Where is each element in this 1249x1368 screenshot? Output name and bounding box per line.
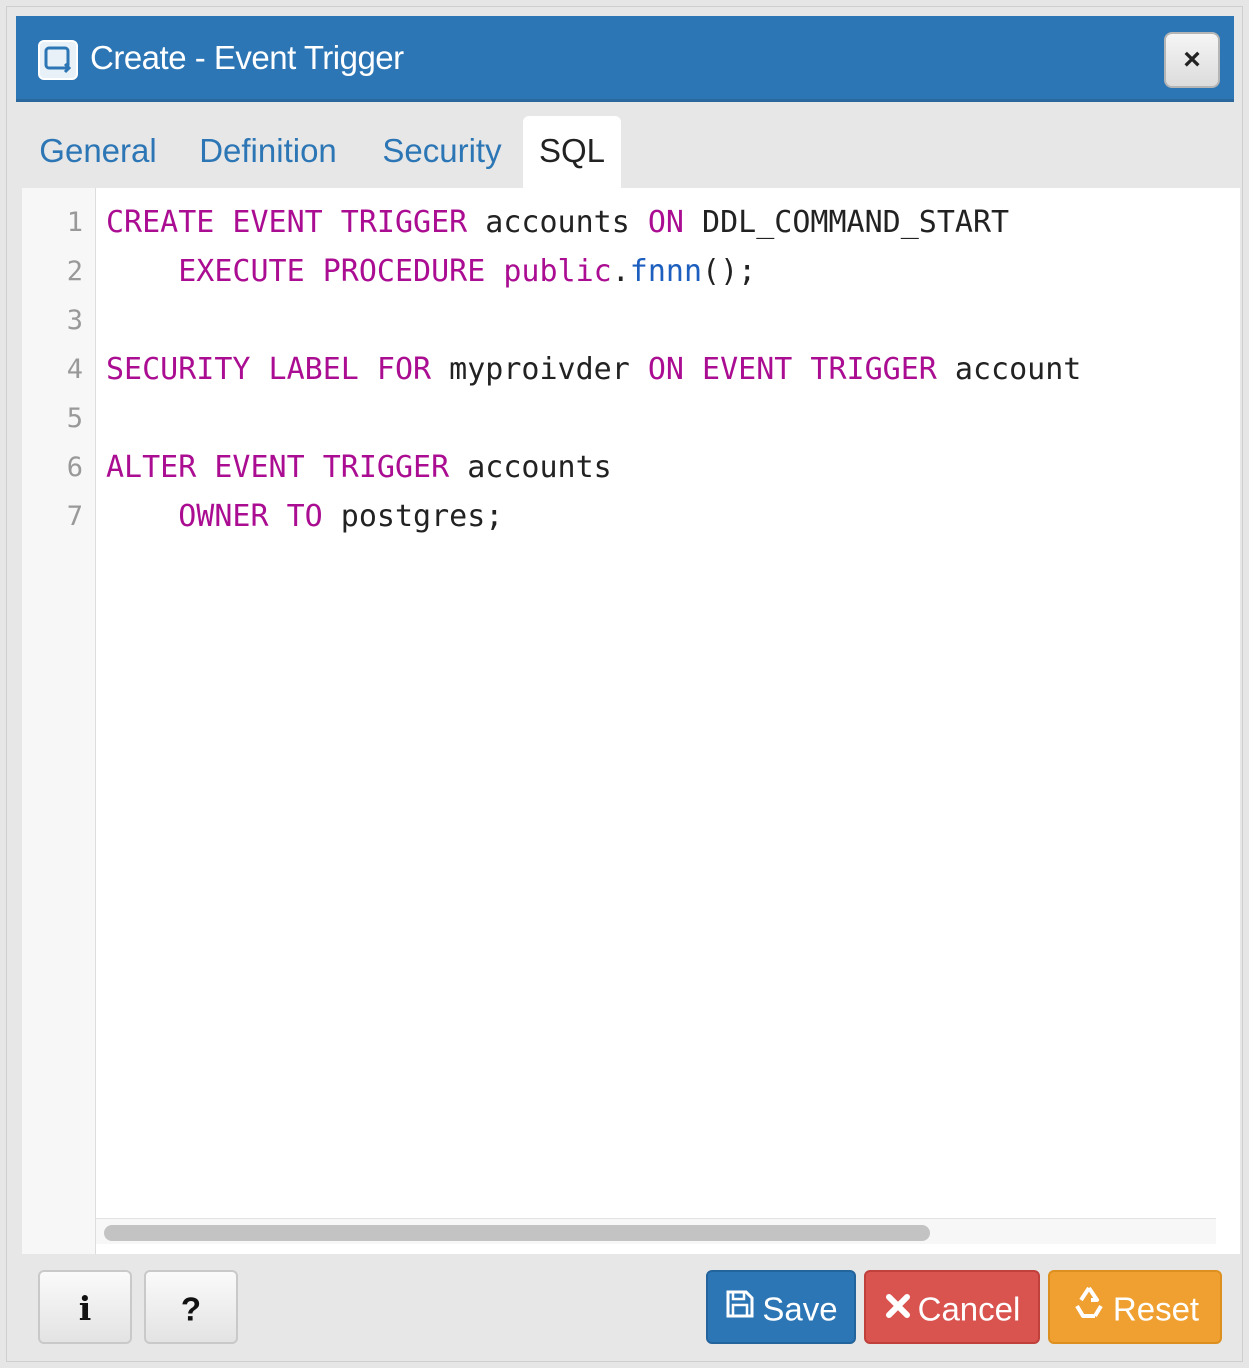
sql-identifier: account (936, 352, 1082, 387)
line-number-gutter: 1 2 3 4 5 6 7 (22, 188, 96, 1254)
line-number: 7 (66, 501, 83, 532)
info-icon: i (78, 1289, 92, 1328)
code-line: CREATE EVENT TRIGGER accounts ON DDL_COM… (106, 198, 1218, 247)
dialog-titlebar[interactable]: Create - Event Trigger × (16, 16, 1234, 102)
sql-keyword: SECURITY LABEL FOR (106, 352, 432, 387)
code-line: EXECUTE PROCEDURE public.fnnn(); (106, 247, 1218, 296)
info-button[interactable]: i (38, 1270, 132, 1344)
sql-identifier: . (611, 254, 630, 289)
sql-editor[interactable]: 1 2 3 4 5 6 7 CREATE EVENT TRIGGER accou… (22, 188, 1240, 1254)
sql-identifier (106, 499, 178, 534)
sql-keyword: public (503, 254, 612, 289)
close-button[interactable]: × (1164, 32, 1220, 88)
line-number: 2 (66, 256, 83, 287)
reset-label: Reset (1112, 1290, 1200, 1328)
sql-keyword: EXECUTE PROCEDURE (178, 254, 486, 289)
code-line: OWNER TO postgres; (106, 492, 1218, 541)
sql-identifier: accounts (467, 205, 648, 240)
sql-keyword: ALTER EVENT TRIGGER (106, 450, 450, 485)
sql-identifier (106, 254, 178, 289)
line-number: 5 (66, 403, 83, 434)
sql-keyword: CREATE EVENT TRIGGER (106, 205, 468, 240)
horizontal-scroll-thumb[interactable] (104, 1225, 930, 1241)
sql-keyword: OWNER TO (178, 499, 323, 534)
close-x-icon (884, 1274, 912, 1344)
dialog-title: Create - Event Trigger (90, 39, 404, 76)
dialog-create-icon (38, 40, 78, 80)
sql-identifier (485, 254, 503, 289)
line-number: 4 (66, 354, 83, 385)
dialog-tabs: General Definition Security SQL (16, 108, 1234, 188)
dialog-footer: i ? Save Cancel Reset (16, 1256, 1234, 1356)
editor-edge (1216, 188, 1240, 1218)
help-button[interactable]: ? (144, 1270, 238, 1344)
floppy-disk-icon (724, 1274, 756, 1344)
sql-function: fnnn (629, 254, 703, 289)
horizontal-scrollbar[interactable] (96, 1218, 1216, 1244)
help-icon: ? (180, 1290, 202, 1328)
save-button[interactable]: Save (706, 1270, 856, 1344)
code-line: SECURITY LABEL FOR myproivder ON EVENT T… (106, 345, 1218, 394)
reset-button[interactable]: Reset (1048, 1270, 1222, 1344)
code-line: ALTER EVENT TRIGGER accounts (106, 443, 1218, 492)
tab-sql[interactable]: SQL (523, 116, 621, 188)
save-label: Save (762, 1290, 838, 1328)
sql-identifier: (); (702, 254, 757, 289)
sql-identifier: DDL_COMMAND_START (683, 205, 1010, 240)
line-number: 3 (66, 305, 83, 336)
sql-identifier: accounts (449, 450, 612, 485)
tab-security[interactable]: Security (374, 116, 510, 188)
sql-identifier: myproivder (431, 352, 648, 387)
cancel-button[interactable]: Cancel (864, 1270, 1040, 1344)
line-number: 1 (66, 207, 83, 238)
tab-general[interactable]: General (24, 116, 172, 188)
sql-identifier: postgres; (322, 499, 504, 534)
tab-definition[interactable]: Definition (188, 116, 348, 188)
recycle-icon (1071, 1274, 1107, 1344)
cancel-label: Cancel (917, 1290, 1021, 1328)
sql-keyword: ON (647, 205, 684, 240)
line-number: 6 (66, 452, 83, 483)
sql-keyword: ON EVENT TRIGGER (647, 352, 937, 387)
